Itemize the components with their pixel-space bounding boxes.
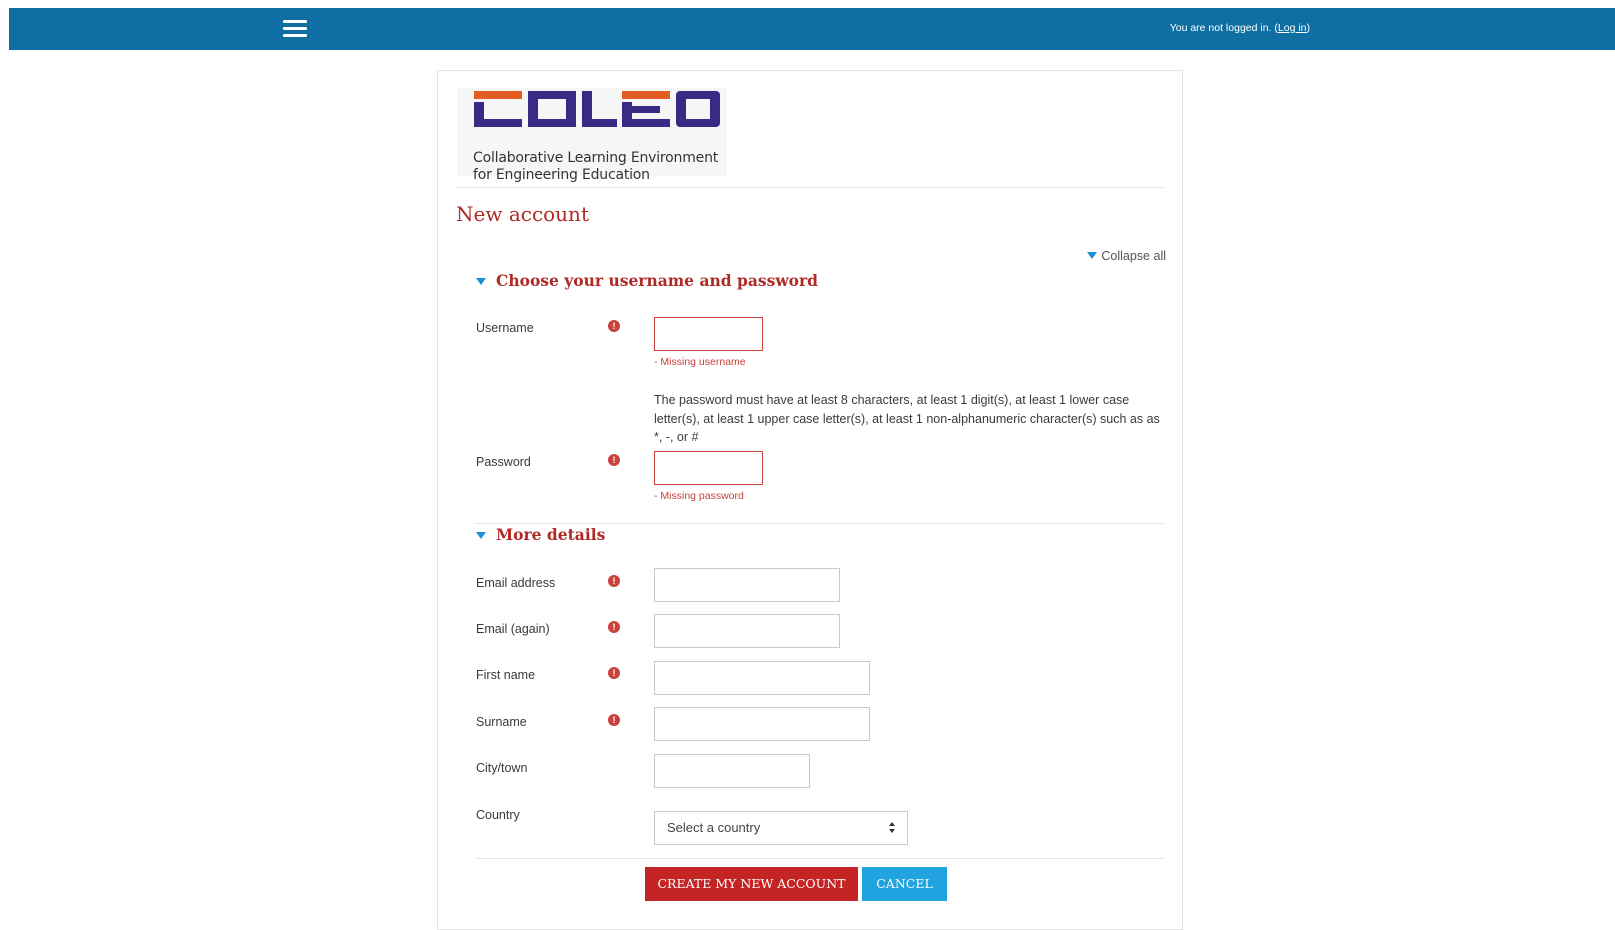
signup-card: Collaborative Learning Environment for E… bbox=[437, 70, 1183, 930]
create-account-button[interactable]: CREATE MY NEW ACCOUNT bbox=[645, 867, 858, 901]
city-label: City/town bbox=[476, 761, 528, 775]
section-divider bbox=[475, 523, 1164, 524]
section-header-details[interactable]: More details bbox=[476, 525, 605, 544]
header-divider bbox=[456, 187, 1164, 188]
surname-label: Surname bbox=[476, 715, 527, 729]
required-icon: ! bbox=[608, 575, 620, 587]
first-name-input[interactable] bbox=[654, 661, 870, 695]
password-error: - Missing password bbox=[654, 490, 744, 502]
logo-subtitle-line2: for Engineering Education bbox=[473, 167, 650, 183]
logo-subtitle-line1: Collaborative Learning Environment bbox=[473, 150, 719, 166]
logo-subtitle: Collaborative Learning Environment for E… bbox=[473, 150, 718, 184]
required-icon: ! bbox=[608, 714, 620, 726]
login-status-text: You are not logged in. ( bbox=[1169, 22, 1278, 34]
login-info: You are not logged in. (Log in) bbox=[1170, 22, 1310, 34]
surname-input[interactable] bbox=[654, 707, 870, 741]
section-title-credentials: Choose your username and password bbox=[496, 271, 819, 290]
password-input[interactable] bbox=[654, 451, 763, 485]
email-again-label: Email (again) bbox=[476, 622, 550, 636]
site-logo[interactable]: Collaborative Learning Environment for E… bbox=[457, 88, 727, 183]
collapse-all-label: Collapse all bbox=[1101, 249, 1166, 263]
country-label: Country bbox=[476, 808, 520, 822]
login-status-suffix: ) bbox=[1306, 22, 1311, 34]
city-input[interactable] bbox=[654, 754, 810, 788]
required-icon: ! bbox=[608, 320, 620, 332]
caret-down-icon bbox=[476, 278, 486, 285]
login-link[interactable]: Log in bbox=[1278, 22, 1307, 34]
section-title-details: More details bbox=[496, 525, 606, 544]
email-input[interactable] bbox=[654, 568, 840, 602]
password-label: Password bbox=[476, 455, 531, 469]
coled-wordmark-logo bbox=[474, 91, 720, 127]
username-label: Username bbox=[476, 321, 534, 335]
cancel-button[interactable]: CANCEL bbox=[862, 867, 947, 901]
select-arrows-icon bbox=[889, 822, 897, 834]
caret-down-icon bbox=[1087, 252, 1098, 259]
password-policy-help: The password must have at least 8 charac… bbox=[654, 393, 1160, 444]
hamburger-menu-icon[interactable] bbox=[283, 20, 307, 38]
username-error: - Missing username bbox=[654, 356, 746, 368]
country-select[interactable]: Select a country bbox=[654, 811, 908, 845]
top-navbar: You are not logged in. (Log in) bbox=[9, 8, 1615, 50]
required-icon: ! bbox=[608, 621, 620, 633]
form-footer-divider bbox=[475, 858, 1164, 859]
section-header-credentials[interactable]: Choose your username and password bbox=[476, 271, 818, 290]
country-select-value: Select a country bbox=[667, 820, 761, 835]
username-input[interactable] bbox=[654, 317, 763, 351]
email-again-input[interactable] bbox=[654, 614, 840, 648]
page-title: New account bbox=[456, 202, 589, 226]
email-label: Email address bbox=[476, 576, 556, 590]
required-icon: ! bbox=[608, 454, 620, 466]
caret-down-icon bbox=[476, 532, 486, 539]
collapse-all-link[interactable]: Collapse all bbox=[1087, 249, 1166, 263]
required-icon: ! bbox=[608, 667, 620, 679]
first-name-label: First name bbox=[476, 668, 536, 682]
